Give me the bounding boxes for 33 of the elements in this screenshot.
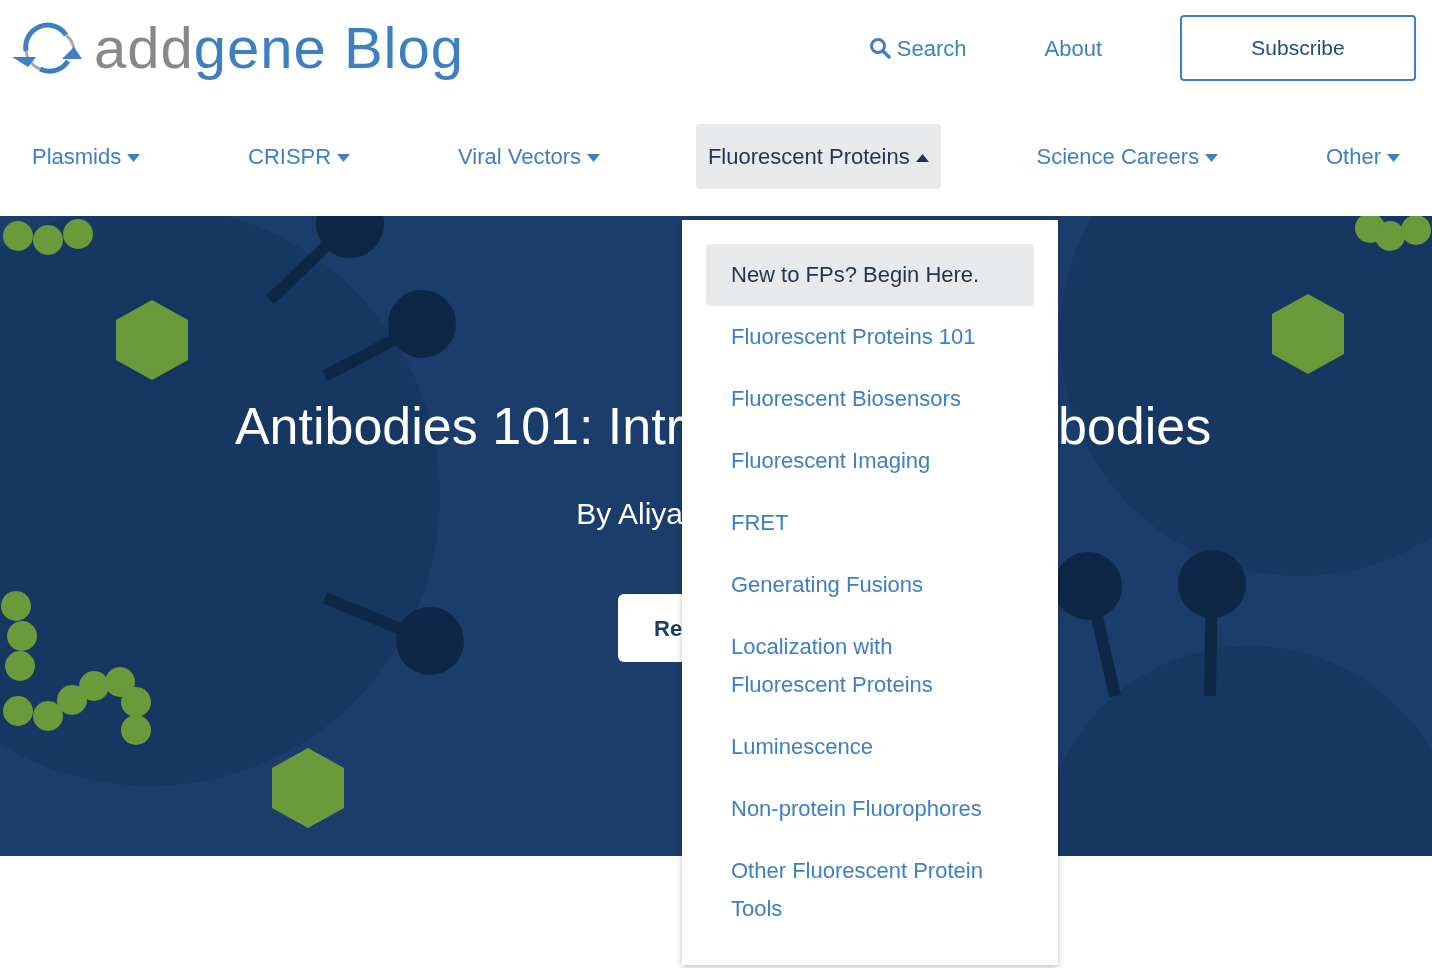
nav-menu-item[interactable]: Other: [1313, 123, 1412, 189]
dropdown-item[interactable]: Fluorescent Imaging: [706, 430, 1034, 492]
nav-menu-item[interactable]: Viral Vectors: [446, 123, 613, 189]
dropdown-item[interactable]: FRET: [706, 492, 1034, 554]
nav-menu-item[interactable]: CRISPR: [236, 123, 363, 189]
dropdown-item[interactable]: Other Fluorescent Protein Tools: [706, 840, 1034, 940]
dropdown-item[interactable]: Non-protein Fluorophores: [706, 778, 1034, 840]
virus-particle-icon: [116, 300, 188, 380]
nav-link[interactable]: About: [1044, 31, 1102, 65]
dropdown-item[interactable]: Fluorescent Proteins 101: [706, 306, 1034, 368]
dropdown-item[interactable]: New to FPs? Begin Here.: [706, 244, 1034, 306]
caret-icon: [337, 153, 351, 162]
dropdown-item[interactable]: Fluorescent Biosensors: [706, 368, 1034, 430]
nav-menu-item[interactable]: Fluorescent Proteins: [695, 123, 941, 189]
dropdown-item[interactable]: Generating Fusions: [706, 554, 1034, 616]
dropdown-item[interactable]: Localization with Fluorescent Proteins: [706, 616, 1034, 716]
read-button[interactable]: Re: [618, 594, 683, 663]
virus-particle-icon: [272, 748, 344, 828]
post-title: Antibodies 101: Intr: [234, 398, 683, 456]
nav-menu-item[interactable]: Plasmids: [20, 123, 153, 189]
search-icon: [868, 37, 891, 59]
caret-icon: [1387, 153, 1400, 162]
post-title: bodies: [1058, 398, 1212, 456]
subscribe-button[interactable]: Subscribe: [1180, 15, 1416, 81]
caret-icon: [587, 153, 601, 162]
caret-icon: [915, 153, 929, 162]
nav-menu-item[interactable]: Science Careers: [1024, 123, 1231, 189]
dropdown-item[interactable]: Luminescence: [706, 716, 1034, 778]
caret-icon: [1205, 153, 1219, 162]
post-byline: By Aliya: [576, 496, 683, 533]
search-link[interactable]: Search: [868, 31, 967, 65]
caret-icon: [127, 153, 141, 162]
virus-particle-icon: [1272, 294, 1344, 374]
